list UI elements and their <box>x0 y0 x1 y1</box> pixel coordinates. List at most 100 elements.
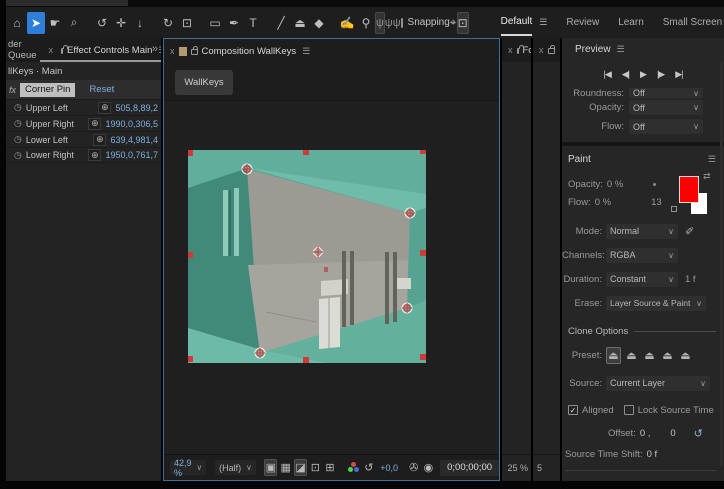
param-value[interactable]: 1990,0,306,5 <box>105 119 158 129</box>
reset-link[interactable]: Reset <box>89 84 114 95</box>
pen-tool-icon[interactable]: ✒ <box>225 12 243 34</box>
play-button[interactable]: ▶ <box>640 69 647 80</box>
channels-select[interactable]: RGBA ∨ <box>606 247 678 263</box>
param-value[interactable]: 639,4,981,4 <box>110 135 158 145</box>
local-axis-mode-icon[interactable]: ψ <box>375 11 385 34</box>
snapping-checkbox[interactable] <box>400 17 403 28</box>
magnification-select[interactable]: 42,9 % ∨ <box>170 458 207 478</box>
composition-viewer[interactable] <box>164 100 499 454</box>
hand-tool-icon[interactable]: ☛ <box>46 12 64 34</box>
offset-x-value[interactable]: 0 , <box>640 428 651 439</box>
stopwatch-icon[interactable]: ◷ <box>14 150 22 161</box>
stopwatch-icon[interactable]: ◷ <box>14 134 22 145</box>
workspace-menu-icon[interactable]: ☰ <box>539 17 547 28</box>
eraser-tool-icon[interactable]: ◆ <box>310 12 328 34</box>
point-picker-icon[interactable]: ⊕ <box>88 117 102 130</box>
param-value[interactable]: 1950,0,761,7 <box>105 150 158 160</box>
world-axis-mode-icon[interactable]: ψ <box>385 12 393 34</box>
clone-preset-2-icon[interactable]: ⏏ <box>624 347 639 364</box>
reset-exposure-icon[interactable]: ↺ <box>363 459 376 476</box>
snapshot-icon[interactable]: ✇ <box>407 459 420 476</box>
workspace-tab-review[interactable]: Review <box>566 11 599 35</box>
view-axis-mode-icon[interactable]: ψ <box>393 12 401 34</box>
brush-tool-icon[interactable]: ╱ <box>272 12 290 34</box>
lock-icon[interactable] <box>516 45 524 54</box>
tab-overflow-icon[interactable]: » <box>152 43 158 55</box>
workspace-tab-learn[interactable]: Learn <box>618 11 644 35</box>
effect-header-row[interactable]: fx Corner Pin Reset <box>6 80 161 99</box>
eyedropper-icon[interactable]: ✐ <box>685 225 694 238</box>
close-icon[interactable]: x <box>170 46 175 56</box>
workspace-tab-small-screen[interactable]: Small Screen <box>663 11 722 35</box>
preview-tab[interactable]: Preview <box>575 44 611 55</box>
point-picker-icon[interactable]: ⊕ <box>93 133 107 146</box>
brush-flow-select[interactable]: Off ∨ <box>629 119 703 134</box>
first-frame-button[interactable]: |◀ <box>604 69 612 80</box>
duration-select[interactable]: Constant ∨ <box>606 271 678 287</box>
comp-breadcrumb-chip[interactable]: WallKeys <box>175 70 233 95</box>
close-icon[interactable]: x <box>508 45 513 55</box>
paint-panel-title[interactable]: Paint <box>568 154 591 165</box>
text-tool-icon[interactable]: T <box>244 12 262 34</box>
point-picker-icon[interactable]: ⊕ <box>98 101 112 114</box>
close-icon[interactable]: x <box>49 45 54 55</box>
puppet-pin-tool-icon[interactable]: ⚲ <box>357 12 375 34</box>
dolly-camera-tool-icon[interactable]: ↓ <box>131 12 149 34</box>
rotation-tool-icon[interactable]: ↻ <box>159 12 177 34</box>
lock-icon[interactable] <box>61 45 69 54</box>
swap-colors-icon[interactable]: ⇄ <box>703 171 711 182</box>
brush-opacity-select[interactable]: Off ∨ <box>629 100 703 115</box>
reset-offset-icon[interactable]: ↺ <box>694 427 703 440</box>
mask-visibility-icon[interactable]: ◪ <box>293 459 308 476</box>
show-snapshot-icon[interactable]: ◉ <box>422 459 435 476</box>
pan-camera-tool-icon[interactable]: ✛ <box>112 12 130 34</box>
selection-tool-icon[interactable]: ➤ <box>27 11 45 34</box>
lock-source-time-checkbox[interactable] <box>623 405 634 415</box>
mode-select[interactable]: Normal ∨ <box>606 223 678 239</box>
resolution-select[interactable]: (Half) ∨ <box>215 460 256 475</box>
panel-menu-icon[interactable]: ☰ <box>617 44 625 55</box>
transparency-grid-icon[interactable]: ▦ <box>279 459 292 476</box>
close-icon[interactable]: x <box>539 45 544 55</box>
next-frame-button[interactable]: |▶ <box>657 69 665 80</box>
erase-select[interactable]: Layer Source & Paint ∨ <box>606 295 706 311</box>
grid-guides-icon[interactable]: ⊞ <box>324 459 337 476</box>
clone-preset-5-icon[interactable]: ⏏ <box>678 347 693 364</box>
snap-options-icon[interactable]: ⌖ <box>450 12 457 34</box>
home-icon[interactable]: ⌂ <box>8 12 26 34</box>
clone-preset-3-icon[interactable]: ⏏ <box>642 347 657 364</box>
paint-flow-value[interactable]: 0 % <box>595 197 611 208</box>
clone-preset-1-icon[interactable]: ⏏ <box>606 346 621 364</box>
region-of-interest-icon[interactable]: ⊡ <box>309 459 322 476</box>
clone-preset-4-icon[interactable]: ⏏ <box>660 347 675 364</box>
render-queue-tab[interactable]: der Queue <box>8 39 37 61</box>
exposure-value[interactable]: +0,0 <box>380 463 398 473</box>
last-frame-button[interactable]: ▶| <box>675 69 683 80</box>
source-time-shift-value[interactable]: 0 f <box>647 449 658 460</box>
channel-select-icon[interactable] <box>347 461 360 475</box>
composition-tab[interactable]: Composition WallKeys <box>202 46 297 57</box>
zoom-tool-icon[interactable]: ⌕ <box>65 12 83 34</box>
stopwatch-icon[interactable]: ◷ <box>14 102 22 113</box>
fast-previews-icon[interactable]: ▣ <box>264 459 278 476</box>
lock-icon[interactable] <box>190 46 198 55</box>
shape-tool-icon[interactable]: ▭ <box>206 12 224 34</box>
clone-stamp-tool-icon[interactable]: ⏏ <box>291 12 309 34</box>
grid-options-icon[interactable]: ⊡ <box>456 11 469 34</box>
foreground-color-swatch[interactable] <box>679 176 699 203</box>
panel-menu-icon[interactable]: ☰ <box>708 154 716 165</box>
timecode[interactable]: 0;00;00;00 <box>440 459 500 476</box>
paint-opacity-value[interactable]: 0 % <box>607 179 623 190</box>
roundness-select[interactable]: Off ∨ <box>629 88 703 98</box>
effect-name[interactable]: Corner Pin <box>20 82 76 97</box>
aligned-checkbox[interactable]: ✓ <box>568 405 578 415</box>
panel-menu-icon[interactable]: ☰ <box>158 45 161 56</box>
offset-y-value[interactable]: 0 <box>670 428 675 439</box>
pan-behind-tool-icon[interactable]: ⊡ <box>178 12 196 34</box>
footage-tab[interactable]: Footag <box>523 45 532 56</box>
orbit-camera-tool-icon[interactable]: ↺ <box>93 12 111 34</box>
effect-controls-tab[interactable]: Effect Controls Main <box>67 45 152 56</box>
source-select[interactable]: Current Layer ∨ <box>606 375 710 391</box>
scrollbar[interactable] <box>720 62 723 467</box>
point-picker-icon[interactable]: ⊕ <box>88 149 102 161</box>
